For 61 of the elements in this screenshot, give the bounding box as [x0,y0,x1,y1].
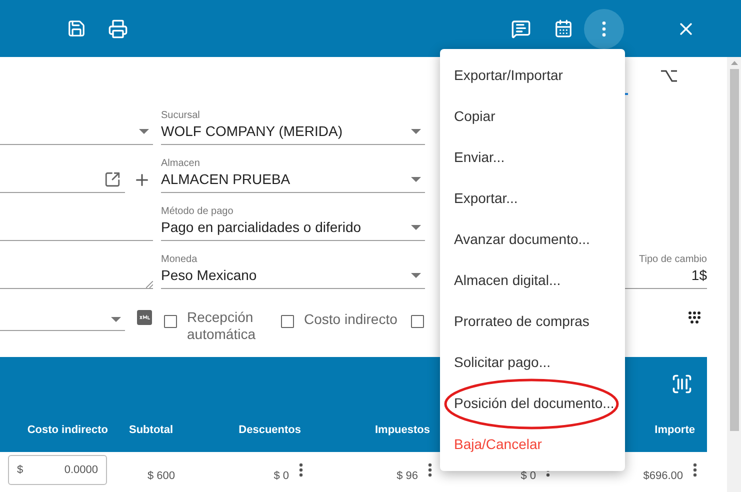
column-header[interactable]: Costo indirecto [27,422,108,438]
select-field[interactable]: Almacen ALMACEN PRUEBA [161,145,425,193]
field-value: WOLF COMPANY (MERIDA) [161,122,342,140]
dropdown-caret-icon[interactable] [411,128,421,134]
field-value: Peso Mexicano [161,266,257,284]
comment-icon[interactable] [511,18,531,38]
menu-item[interactable]: Avanzar documento... [454,231,590,248]
save-icon[interactable] [67,19,86,38]
select-field[interactable]: Método de pago Pago en parcialidades o diferido [161,193,425,241]
barcode-scan-icon[interactable] [671,373,693,395]
menu-item[interactable]: Prorrateo de compras [454,313,590,330]
field-value: ALMACEN PRUEBA [161,170,290,188]
print-icon[interactable] [108,18,128,38]
checkbox-label: Recepción automática [187,309,256,343]
scrollbar[interactable] [727,57,741,492]
more-icon[interactable] [299,463,303,477]
table-cell-text: $ 0 [520,468,536,484]
checkbox[interactable] [281,315,294,328]
cost-input[interactable]: $ 0.0000 [8,455,107,485]
field-value: 1$ [691,266,707,284]
dropdown-caret-icon[interactable] [139,129,149,134]
column-header[interactable]: Descuentos [238,422,301,438]
menu-item[interactable]: Almacen digital... [454,272,561,289]
xml-file-icon[interactable] [137,310,152,325]
column-header[interactable]: Subtotal [129,422,173,438]
dropdown-caret-icon[interactable] [111,317,121,322]
more-icon[interactable] [693,463,697,477]
table-cell-text: $ 600 [147,468,175,484]
field-value: Pago en parcialidades o diferido [161,218,362,236]
dropdown-caret-icon[interactable] [411,176,421,182]
add-icon[interactable] [133,171,151,189]
column-header[interactable]: Impuestos [374,422,430,438]
field-label: Sucursal [161,110,201,122]
resize-grip-icon[interactable] [146,281,153,288]
checkbox-label: Costo indirecto [304,311,398,328]
select-field[interactable]: Sucursal WOLF COMPANY (MERIDA) [161,97,425,145]
scrollbar-thumb[interactable] [730,69,738,431]
menu-item[interactable]: Copiar [454,108,496,125]
field-label: Tipo de cambio [639,254,707,266]
more-icon[interactable] [428,463,432,477]
checkbox[interactable] [411,315,424,328]
field-label: Método de pago [161,206,234,218]
table-cell-text: $ 0 [274,468,289,484]
menu-item[interactable]: Solicitar pago... [454,354,550,371]
calendar-icon[interactable] [554,19,573,38]
table-cell-text: $ 96 [396,468,418,484]
checkbox[interactable] [164,315,177,328]
field-label: Moneda [161,254,198,266]
select-field[interactable]: Moneda Peso Mexicano [161,241,425,289]
menu-item[interactable]: Enviar... [454,149,505,166]
dots-grid-icon[interactable] [688,311,701,324]
table-cell-text: $696.00 [643,468,683,484]
menu-item[interactable]: Baja/Cancelar [454,436,542,453]
menu-item[interactable]: Exportar/Importar [454,67,563,84]
field-label: Almacen [161,158,201,170]
dropdown-caret-icon[interactable] [411,272,421,278]
column-header[interactable]: Importe [654,422,695,438]
menu-item[interactable]: Exportar... [454,190,518,207]
dropdown-caret-icon[interactable] [411,224,421,230]
open-link-icon[interactable] [104,171,121,188]
option-key-icon[interactable] [661,70,677,82]
